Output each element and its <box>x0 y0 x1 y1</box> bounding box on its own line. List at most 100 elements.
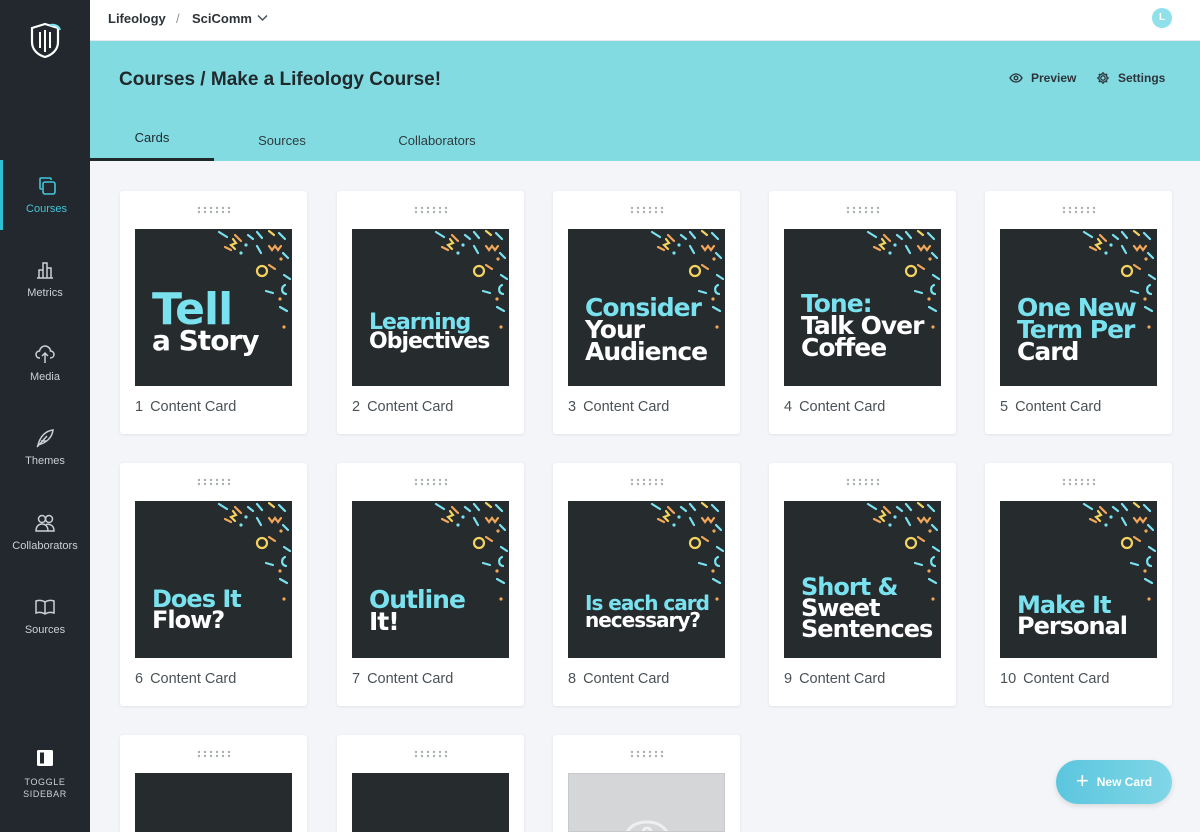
content-card[interactable]: One New Term Per Card 5 Content Card <box>985 191 1172 434</box>
card-partial[interactable] <box>120 735 307 832</box>
tab-cards[interactable]: Cards <box>90 128 214 161</box>
card-number: 2 <box>352 399 361 415</box>
card-type: Content Card <box>583 399 670 415</box>
card-title-line: Sentences <box>801 615 933 643</box>
sidebar-item-media[interactable]: Media <box>0 328 90 398</box>
workspace-switcher[interactable]: SciComm <box>192 11 252 26</box>
breadcrumb-org[interactable]: Lifeology <box>108 11 166 26</box>
confetti-decoration <box>217 501 292 601</box>
drag-handle-icon[interactable] <box>629 206 665 214</box>
card-title-line: Personal <box>1017 612 1128 640</box>
toggle-sidebar-button[interactable]: TOGGLE SIDEBAR <box>0 745 90 800</box>
sidebar-item-courses[interactable]: Courses <box>0 160 90 230</box>
card-title-line: a Story <box>152 324 259 357</box>
drag-handle-icon[interactable] <box>845 206 881 214</box>
drag-handle-icon[interactable] <box>629 478 665 486</box>
card-thumbnail: Learning Objectives <box>352 229 509 386</box>
card-thumbnail: Consider Your Audience <box>568 229 725 386</box>
card-thumbnail <box>135 773 292 832</box>
new-card-label: New Card <box>1096 775 1153 789</box>
card-type: Content Card <box>367 671 454 687</box>
content-card[interactable]: Short & Sweet Sentences 9 Content Card <box>769 463 956 706</box>
sidebar-item-themes[interactable]: Themes <box>0 412 90 482</box>
content-card[interactable]: Tell a Story 1 Content Card <box>120 191 307 434</box>
toggle-sidebar-label: TOGGLE SIDEBAR <box>23 777 67 799</box>
cloud-upload-icon <box>35 345 55 363</box>
card-type: Content Card <box>1015 399 1102 415</box>
card-type: Content Card <box>583 671 670 687</box>
settings-label: Settings <box>1118 71 1166 85</box>
drag-handle-icon[interactable] <box>629 750 665 758</box>
content-card[interactable]: Is each card necessary? 8 Content Card <box>553 463 740 706</box>
card-title-line: necessary? <box>585 608 701 632</box>
card-title-line: Objectives <box>369 329 490 354</box>
lifeology-logo-icon[interactable] <box>28 22 62 58</box>
plus-icon: + <box>1075 768 1089 793</box>
sidebar-item-sources[interactable]: Sources <box>0 581 90 651</box>
sidebar-toggle-icon <box>37 750 53 766</box>
breadcrumb-separator: / <box>176 11 180 26</box>
book-icon <box>35 599 55 615</box>
card-number: 5 <box>1000 399 1009 415</box>
gear-icon <box>1097 72 1109 84</box>
tab-collaborators[interactable]: Collaborators <box>366 128 508 161</box>
settings-button[interactable]: Settings <box>1096 71 1165 85</box>
card-label: 7 Content Card <box>352 671 453 687</box>
drag-handle-icon[interactable] <box>196 750 232 758</box>
tab-sources[interactable]: Sources <box>214 128 350 161</box>
card-number: 9 <box>784 671 793 687</box>
confetti-decoration <box>434 229 509 329</box>
content-card[interactable]: Consider Your Audience 3 Content Card <box>553 191 740 434</box>
card-thumbnail: Is each card necessary? <box>568 501 725 658</box>
content-card[interactable]: Make It Personal 10 Content Card <box>985 463 1172 706</box>
course-header: Courses / Make a Lifeology Course! Previ… <box>90 41 1200 161</box>
card-label: 5 Content Card <box>1000 399 1101 415</box>
content-card[interactable]: Outline It! 7 Content Card <box>337 463 524 706</box>
card-title-line: Card <box>1017 337 1079 366</box>
card-partial-blank[interactable] <box>553 735 740 832</box>
preview-button[interactable]: Preview <box>1009 71 1076 85</box>
sidebar-item-collaborators[interactable]: Collaborators <box>0 497 90 567</box>
drag-handle-icon[interactable] <box>196 478 232 486</box>
sidebar-item-label: Themes <box>25 455 65 467</box>
card-partial[interactable] <box>337 735 524 832</box>
card-type: Content Card <box>799 399 886 415</box>
card-title: One New Term Per Card <box>1017 295 1137 366</box>
avatar[interactable]: L <box>1152 8 1172 28</box>
card-label: 10 Content Card <box>1000 671 1109 687</box>
card-number: 1 <box>135 399 144 415</box>
sidebar-item-label: Collaborators <box>12 540 78 552</box>
image-placeholder-icon <box>625 820 669 831</box>
content-card[interactable]: Does It Flow? 6 Content Card <box>120 463 307 706</box>
card-type: Content Card <box>799 671 886 687</box>
card-label: 9 Content Card <box>784 671 885 687</box>
content-card[interactable]: Tone: Talk Over Coffee 4 Content Card <box>769 191 956 434</box>
content-card[interactable]: Learning Objectives 2 Content Card <box>337 191 524 434</box>
card-title: Is each card necessary? <box>585 593 710 632</box>
drag-handle-icon[interactable] <box>413 750 449 758</box>
card-number: 8 <box>568 671 577 687</box>
drag-handle-icon[interactable] <box>413 206 449 214</box>
sidebar-item-label: Metrics <box>27 287 63 299</box>
card-number: 4 <box>784 399 793 415</box>
card-title-line: Flow? <box>152 606 225 634</box>
card-thumbnail: Does It Flow? <box>135 501 292 658</box>
drag-handle-icon[interactable] <box>845 478 881 486</box>
chevron-down-icon[interactable] <box>257 14 268 22</box>
card-title: Does It Flow? <box>152 587 242 634</box>
sidebar-item-metrics[interactable]: Metrics <box>0 244 90 314</box>
card-title: Tell a Story <box>152 288 259 357</box>
drag-handle-icon[interactable] <box>1061 206 1097 214</box>
card-thumbnail: Outline It! <box>352 501 509 658</box>
drag-handle-icon[interactable] <box>1061 478 1097 486</box>
card-label: 2 Content Card <box>352 399 453 415</box>
drag-handle-icon[interactable] <box>196 206 232 214</box>
card-label: 6 Content Card <box>135 671 236 687</box>
new-card-button[interactable]: + New Card <box>1056 760 1172 804</box>
card-thumbnail: Short & Sweet Sentences <box>784 501 941 658</box>
card-number: 7 <box>352 671 361 687</box>
card-label: 1 Content Card <box>135 399 236 415</box>
drag-handle-icon[interactable] <box>413 478 449 486</box>
card-title: Outline It! <box>369 587 466 634</box>
users-icon <box>35 514 55 532</box>
